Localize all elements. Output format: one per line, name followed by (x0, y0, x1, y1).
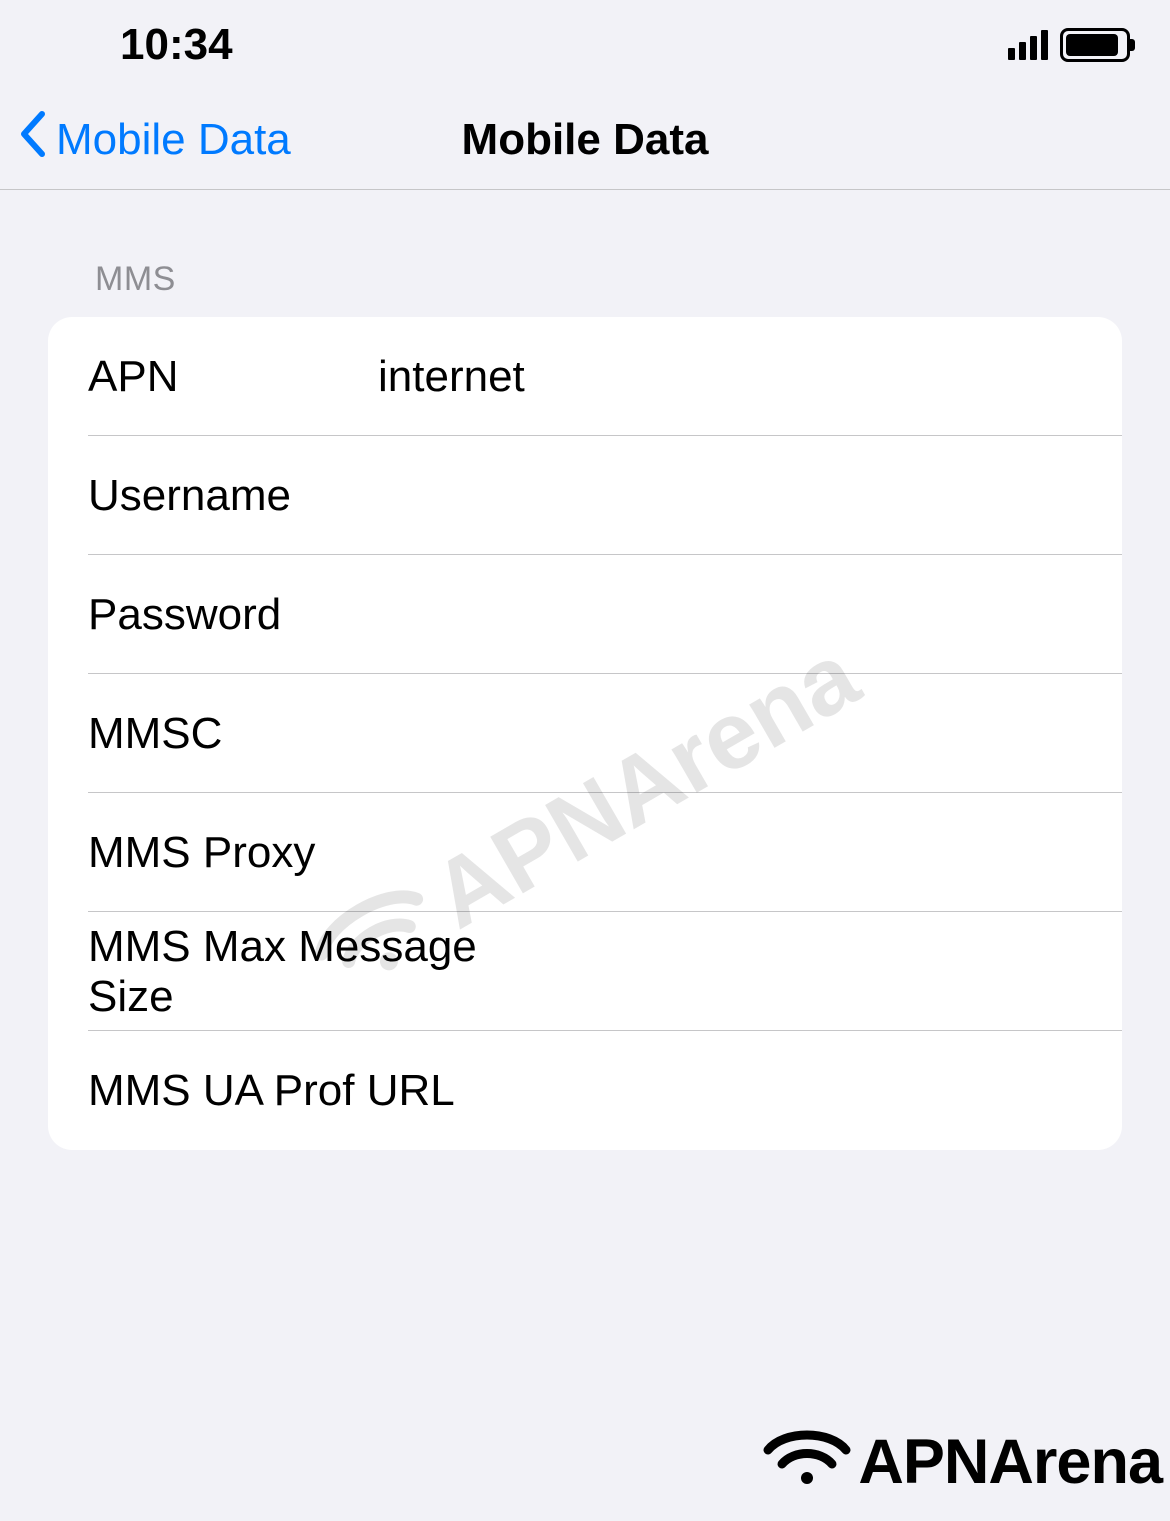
back-button-label: Mobile Data (56, 115, 291, 165)
row-username[interactable]: Username (48, 436, 1122, 555)
page-title: Mobile Data (462, 115, 709, 165)
input-mms-max-size[interactable] (507, 947, 1082, 997)
input-apn[interactable] (378, 352, 1082, 402)
nav-header: Mobile Data Mobile Data (0, 90, 1170, 190)
label-apn: APN (88, 352, 378, 402)
battery-icon (1060, 28, 1130, 62)
input-mmsc[interactable] (378, 709, 1082, 759)
label-mms-max-size: MMS Max Message Size (88, 922, 507, 1022)
watermark-bottom-text: APNArena (858, 1426, 1162, 1498)
status-bar: 10:34 (0, 0, 1170, 90)
row-mms-ua-prof[interactable]: MMS UA Prof URL (48, 1031, 1122, 1150)
row-apn[interactable]: APN (48, 317, 1122, 436)
status-icons (1008, 28, 1130, 62)
signal-icon (1008, 30, 1048, 60)
label-mms-ua-prof: MMS UA Prof URL (88, 1066, 507, 1116)
input-mms-proxy[interactable] (507, 828, 1082, 878)
row-mms-proxy[interactable]: MMS Proxy (48, 793, 1122, 912)
input-mms-ua-prof[interactable] (507, 1066, 1082, 1116)
label-mmsc: MMSC (88, 709, 378, 759)
row-password[interactable]: Password (48, 555, 1122, 674)
label-mms-proxy: MMS Proxy (88, 828, 507, 878)
watermark-bottom: APNArena (762, 1420, 1162, 1503)
row-mms-max-size[interactable]: MMS Max Message Size (48, 912, 1122, 1031)
settings-group: APN Username Password MMSC MMS Proxy MMS… (48, 317, 1122, 1150)
input-username[interactable] (378, 471, 1082, 521)
back-button[interactable]: Mobile Data (0, 110, 291, 170)
input-password[interactable] (378, 590, 1082, 640)
label-username: Username (88, 471, 378, 521)
wifi-icon (762, 1420, 852, 1503)
content: MMS APN Username Password MMSC MMS Proxy… (0, 190, 1170, 1150)
status-time: 10:34 (120, 20, 233, 70)
label-password: Password (88, 590, 378, 640)
row-mmsc[interactable]: MMSC (48, 674, 1122, 793)
chevron-left-icon (18, 110, 46, 170)
section-header-mms: MMS (0, 260, 1170, 299)
